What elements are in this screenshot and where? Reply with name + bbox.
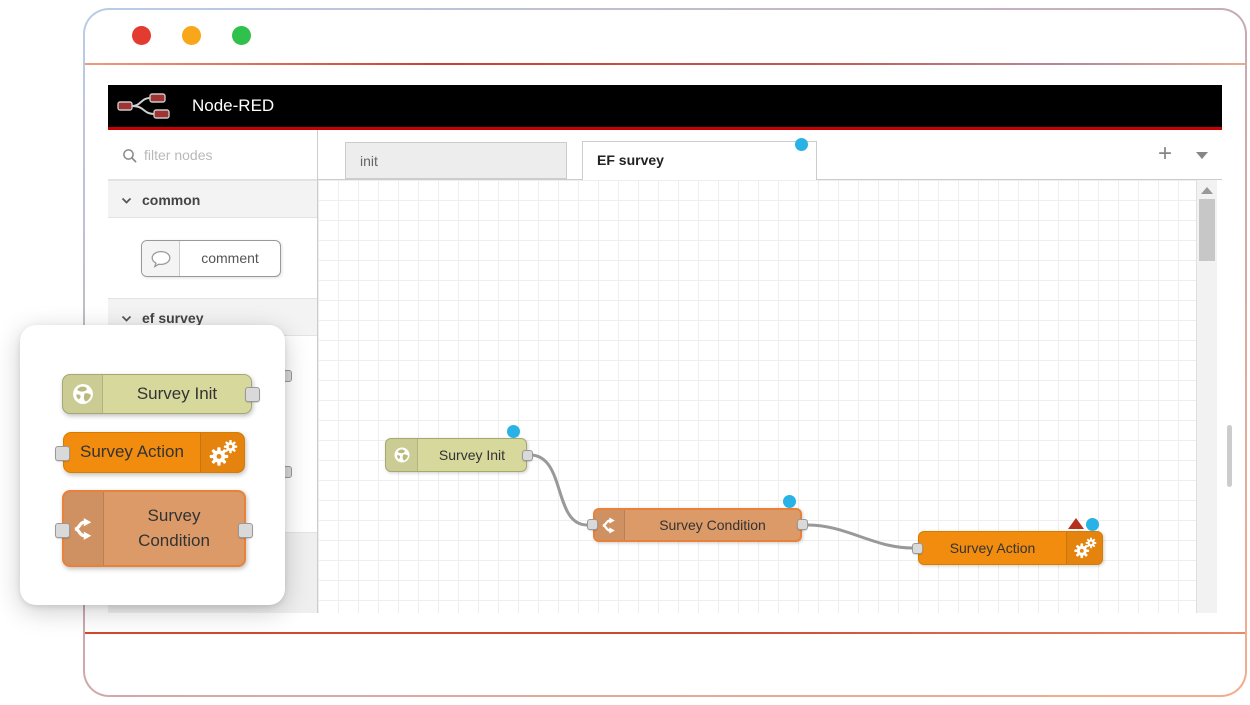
flow-node-survey-condition[interactable]: Survey Condition: [593, 508, 802, 542]
node-output-port[interactable]: [238, 523, 253, 538]
comment-icon-section: [142, 241, 180, 276]
node-label: Survey Condition: [104, 492, 244, 565]
globe-icon: [393, 446, 411, 464]
page: Node-RED common comment: [0, 0, 1250, 705]
browser-scrollbar-thumb[interactable]: [1227, 425, 1232, 487]
traffic-light-minimize-button[interactable]: [182, 26, 201, 45]
app-header: Node-RED: [108, 85, 1222, 127]
node-icon-section: [595, 510, 625, 540]
scrollbar-thumb[interactable]: [1199, 199, 1215, 261]
chevron-down-icon: [121, 314, 132, 323]
node-label: Survey Condition: [625, 510, 800, 540]
flow-node-survey-init[interactable]: Survey Init: [385, 438, 527, 472]
globe-icon: [71, 382, 95, 406]
node-red-logo-icon: [116, 91, 174, 121]
chevron-down-icon: [121, 196, 132, 205]
node-icon-section: [200, 433, 244, 472]
traffic-light-maximize-button[interactable]: [232, 26, 251, 45]
node-input-port[interactable]: [587, 519, 598, 530]
node-input-port[interactable]: [55, 523, 70, 538]
popup-node-survey-action[interactable]: Survey Action: [63, 432, 245, 473]
node-label: Survey Init: [418, 439, 526, 471]
app-title: Node-RED: [192, 85, 274, 127]
palette-search: [108, 130, 317, 180]
browser-bottom-divider: [85, 632, 1245, 634]
scrollbar-up-button[interactable]: [1201, 187, 1213, 194]
palette-category-common[interactable]: common: [108, 180, 317, 218]
node-output-port[interactable]: [245, 387, 260, 402]
node-modified-dot: [1086, 518, 1099, 531]
node-label: Survey Action: [919, 532, 1066, 564]
node-input-port[interactable]: [55, 446, 70, 461]
node-output-port[interactable]: [797, 519, 808, 530]
node-icon-section: [64, 492, 104, 565]
palette-search-input[interactable]: [144, 143, 304, 167]
node-output-port[interactable]: [522, 450, 533, 461]
popup-node-survey-condition[interactable]: Survey Condition: [62, 490, 246, 567]
node-icon-section: [386, 439, 418, 471]
popup-node-survey-init[interactable]: Survey Init: [62, 374, 252, 414]
node-error-triangle: [1068, 518, 1084, 529]
chevron-down-icon: [1196, 152, 1208, 159]
search-icon: [122, 148, 137, 163]
add-flow-button[interactable]: +: [1152, 142, 1178, 168]
split-icon: [71, 516, 97, 542]
browser-toolbar-divider: [85, 63, 1245, 65]
tab-ef-survey[interactable]: EF survey: [582, 141, 817, 180]
workspace-tabbar: init EF survey +: [318, 130, 1222, 180]
node-modified-dot: [783, 495, 796, 508]
tab-label: EF survey: [597, 152, 664, 168]
tab-modified-dot: [795, 138, 808, 151]
tab-init[interactable]: init: [345, 142, 567, 179]
gears-icon: [208, 438, 238, 468]
node-icon-section: [63, 375, 103, 413]
speech-bubble-icon: [150, 249, 172, 269]
canvas-scrollbar[interactable]: [1196, 180, 1217, 613]
gears-icon: [1073, 536, 1097, 560]
flow-node-survey-action[interactable]: Survey Action: [918, 531, 1103, 565]
node-label: Survey Init: [103, 375, 251, 413]
category-label: common: [142, 181, 200, 219]
traffic-light-close-button[interactable]: [132, 26, 151, 45]
node-icon-section: [1066, 532, 1102, 564]
node-modified-dot: [507, 425, 520, 438]
node-input-port[interactable]: [912, 543, 923, 554]
tab-label: init: [360, 153, 378, 169]
palette-node-comment[interactable]: comment: [141, 240, 281, 277]
palette-popup-panel: Survey Init Survey Action Survey Conditi…: [20, 325, 285, 605]
palette-node-label: comment: [180, 241, 280, 276]
node-label: Survey Action: [64, 433, 200, 472]
split-icon: [600, 516, 619, 535]
flow-list-dropdown-button[interactable]: [1194, 148, 1210, 162]
